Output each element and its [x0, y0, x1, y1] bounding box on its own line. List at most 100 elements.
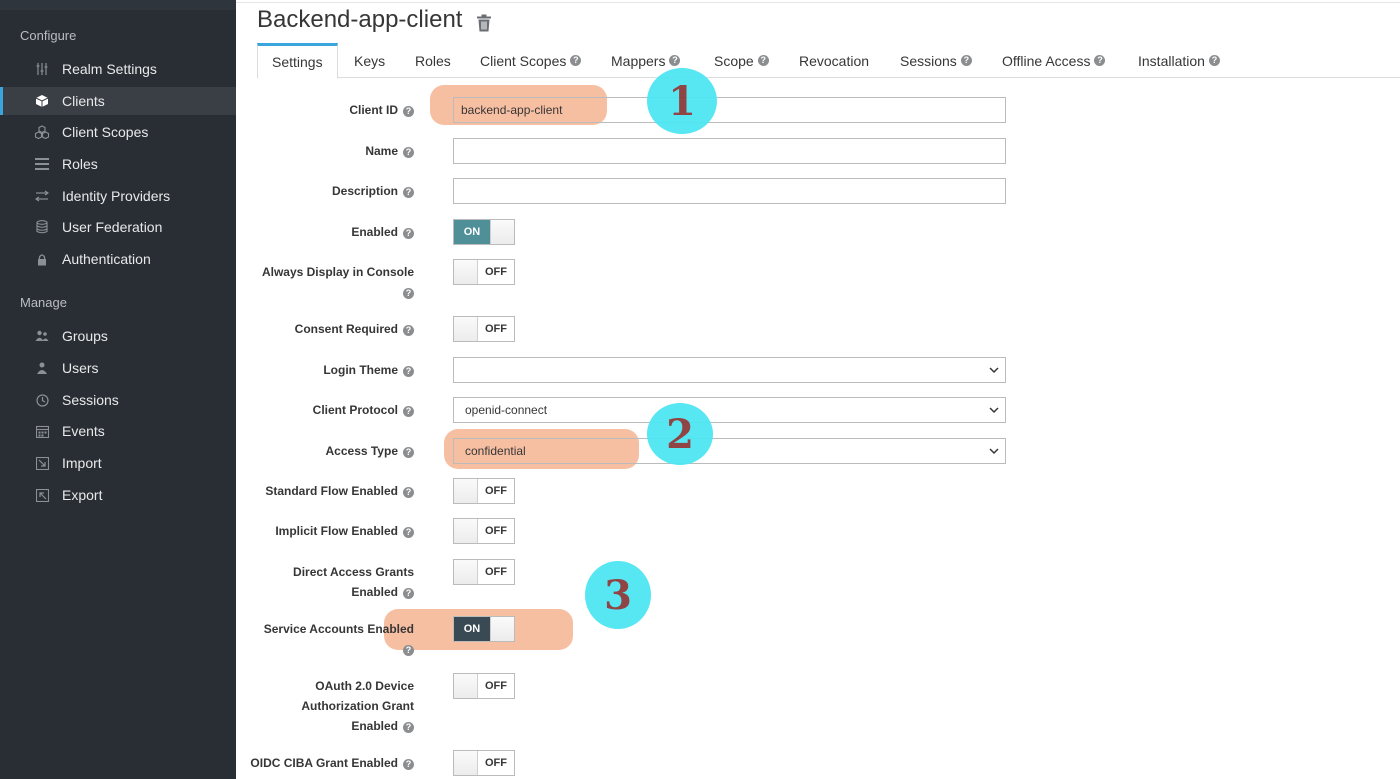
tab-scope[interactable]: Scope? [714, 43, 769, 78]
implicit-flow-toggle[interactable]: OFF [453, 518, 515, 544]
chevron-down-icon [989, 367, 999, 374]
toggle-knob [454, 260, 478, 284]
help-icon: ? [403, 406, 414, 417]
tab-offline-access[interactable]: Offline Access? [1002, 43, 1106, 78]
oidc-ciba-label: OIDC CIBA Grant Enabled? [250, 753, 414, 773]
toggle-state: OFF [485, 680, 507, 692]
tab-settings[interactable]: Settings [257, 43, 338, 79]
sidebar-item-roles[interactable]: Roles [0, 150, 236, 178]
description-input[interactable] [453, 178, 1006, 204]
access-type-select[interactable]: confidential [453, 438, 1006, 464]
toggle-state: OFF [485, 485, 507, 497]
help-icon: ? [403, 527, 414, 538]
sidebar-item-realm-settings[interactable]: Realm Settings [0, 55, 236, 83]
sliders-icon [34, 61, 50, 77]
label-text: Authorization Grant [301, 699, 414, 713]
tab-client-scopes[interactable]: Client Scopes? [480, 43, 582, 78]
help-icon: ? [403, 447, 414, 458]
oidc-ciba-toggle[interactable]: OFF [453, 750, 515, 776]
sidebar-item-users[interactable]: Users [0, 354, 236, 382]
implicit-flow-label: Implicit Flow Enabled? [275, 521, 414, 541]
tab-installation[interactable]: Installation? [1138, 43, 1220, 78]
help-icon: ? [1094, 55, 1106, 66]
client-id-label: Client ID? [349, 100, 414, 120]
help-icon: ? [403, 187, 414, 198]
standard-flow-label: Standard Flow Enabled? [265, 481, 414, 501]
tab-keys[interactable]: Keys [354, 43, 385, 78]
client-protocol-select[interactable]: openid-connect [453, 397, 1006, 423]
user-icon [34, 360, 50, 376]
chevron-down-icon [989, 448, 999, 455]
consent-required-label: Consent Required? [295, 319, 414, 339]
page-title: Backend-app-client [257, 6, 492, 34]
consent-required-toggle[interactable]: OFF [453, 316, 515, 342]
help-icon: ? [403, 759, 414, 770]
service-accounts-toggle[interactable]: ON [453, 616, 515, 642]
tab-label: Revocation [799, 52, 870, 69]
toggle-knob [490, 617, 514, 641]
label-text: Client ID [349, 103, 398, 117]
sidebar-item-label: Events [62, 423, 105, 439]
sidebar-item-sessions[interactable]: Sessions [0, 386, 236, 414]
calendar-icon [34, 423, 50, 439]
sidebar-item-authentication[interactable]: Authentication [0, 245, 236, 273]
sidebar-item-client-scopes[interactable]: Client Scopes [0, 118, 236, 146]
client-protocol-label: Client Protocol? [313, 400, 414, 420]
marker-number: 3 [604, 571, 632, 619]
label-text: Name [365, 144, 398, 158]
enabled-toggle[interactable]: ON [453, 219, 515, 245]
tab-bar: Settings Keys Roles Client Scopes? Mappe… [257, 43, 1400, 79]
label-text: Direct Access Grants [293, 565, 414, 579]
sidebar-item-clients[interactable]: Clients [0, 87, 236, 115]
login-theme-select[interactable] [453, 357, 1006, 383]
database-icon [34, 219, 50, 235]
sidebar-item-identity-providers[interactable]: Identity Providers [0, 182, 236, 210]
help-icon: ? [1208, 55, 1220, 66]
always-display-toggle[interactable]: OFF [453, 259, 515, 285]
help-icon: ? [403, 288, 414, 299]
oauth-device-toggle[interactable]: OFF [453, 673, 515, 699]
direct-access-toggle[interactable]: OFF [453, 559, 515, 585]
label-text: Enabled [351, 225, 398, 239]
help-icon: ? [570, 55, 582, 66]
standard-flow-toggle[interactable]: OFF [453, 478, 515, 504]
toggle-knob [454, 751, 478, 775]
name-input[interactable] [453, 138, 1006, 164]
tab-label: Settings [272, 54, 323, 70]
trash-icon[interactable] [476, 11, 492, 32]
chevron-down-icon [989, 407, 999, 414]
tab-sessions[interactable]: Sessions? [900, 43, 972, 78]
sidebar-item-import[interactable]: Import [0, 449, 236, 477]
sidebar-item-label: User Federation [62, 219, 163, 235]
exchange-icon [34, 188, 50, 204]
sidebar-item-label: Users [62, 360, 99, 376]
client-id-input[interactable] [453, 97, 1006, 123]
sidebar-item-events[interactable]: Events [0, 417, 236, 445]
sidebar-item-user-federation[interactable]: User Federation [0, 213, 236, 241]
toggle-state: OFF [485, 566, 507, 578]
list-icon [34, 156, 50, 172]
description-label: Description? [332, 181, 414, 201]
sidebar-top-edge [0, 0, 236, 10]
toggle-knob [454, 479, 478, 503]
marker-number: 2 [666, 410, 694, 458]
tab-revocation[interactable]: Revocation [799, 43, 869, 78]
label-text: Always Display in Console [261, 265, 414, 279]
tab-roles[interactable]: Roles [415, 43, 451, 78]
label-text: Standard Flow Enabled [265, 484, 398, 498]
export-icon [34, 487, 50, 503]
sidebar-item-export[interactable]: Export [0, 481, 236, 509]
label-text: Client Protocol [312, 403, 398, 417]
clock-icon [34, 392, 50, 408]
label-text: Enabled [351, 585, 398, 599]
toggle-knob [454, 560, 478, 584]
help-icon: ? [669, 55, 681, 66]
sidebar-item-label: Sessions [62, 392, 119, 408]
sidebar-item-label: Export [62, 487, 103, 503]
help-icon: ? [960, 55, 972, 66]
label-text: OIDC CIBA Grant Enabled [250, 756, 398, 770]
toggle-knob [490, 220, 514, 244]
enabled-label: Enabled? [351, 222, 414, 242]
service-accounts-label: Service Accounts Enabled? [264, 619, 414, 659]
sidebar-item-groups[interactable]: Groups [0, 322, 236, 350]
